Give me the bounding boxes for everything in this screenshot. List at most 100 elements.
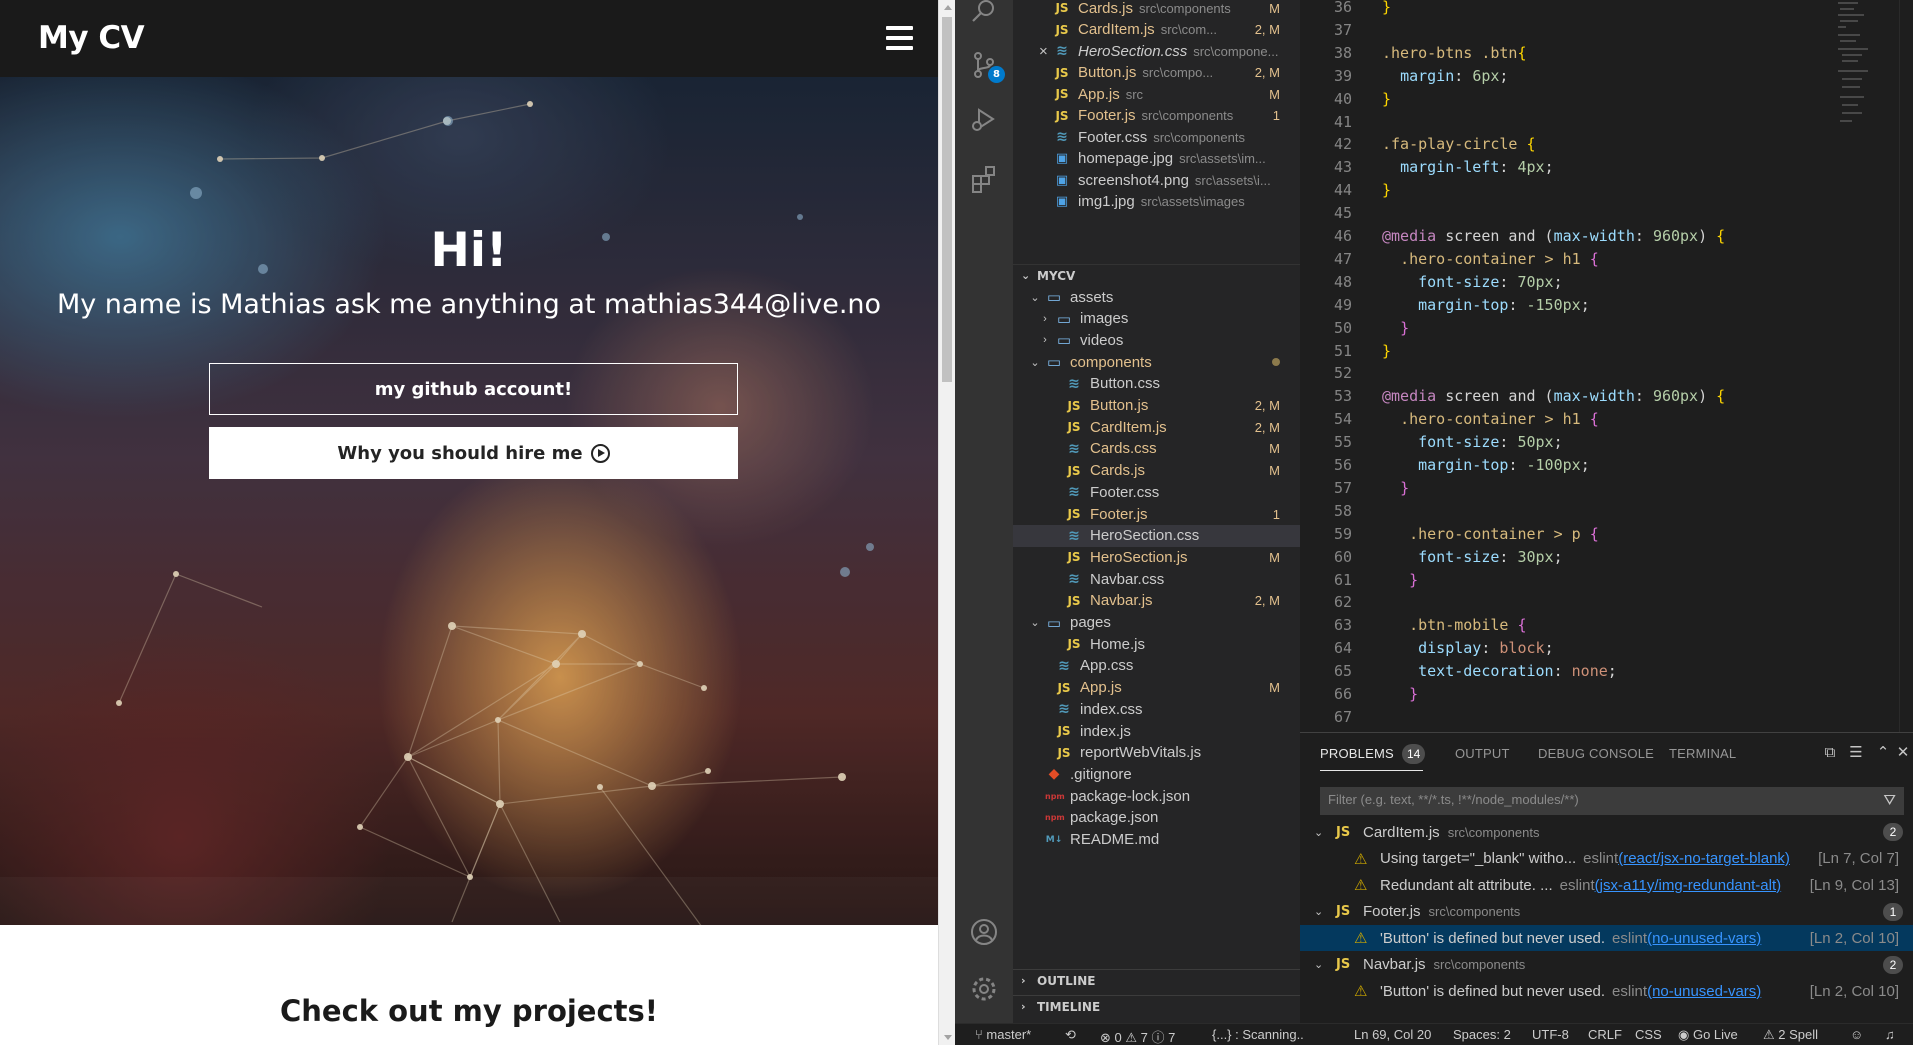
filter-icon[interactable]: ⛛ bbox=[1883, 792, 1896, 809]
maximize-panel-icon[interactable]: ⌃ bbox=[1874, 744, 1892, 762]
code-line[interactable]: 57 } bbox=[1300, 479, 1913, 502]
tree-folder[interactable]: ⌄ ▭ pages bbox=[1013, 612, 1300, 634]
code-line[interactable]: 38 .hero-btns .btn{ bbox=[1300, 44, 1913, 67]
tree-file[interactable]: JS App.js M bbox=[1013, 677, 1300, 699]
code-line[interactable]: 42 .fa-play-circle { bbox=[1300, 135, 1913, 158]
tab-terminal[interactable]: TERMINAL bbox=[1669, 746, 1736, 761]
settings-gear-icon[interactable] bbox=[969, 974, 999, 1004]
tab-output[interactable]: OUTPUT bbox=[1455, 746, 1510, 761]
feedback-icon[interactable]: ☺ bbox=[1850, 1027, 1863, 1042]
tree-file[interactable]: ≋ Button.css bbox=[1013, 373, 1300, 395]
problem-item[interactable]: ⚠ Redundant alt attribute. ... eslint(jsx-… bbox=[1300, 872, 1913, 898]
hire-me-button[interactable]: Why you should hire me bbox=[209, 427, 738, 479]
preview-scrollbar[interactable] bbox=[938, 0, 955, 1045]
problem-file-group[interactable]: ⌄ JS Navbar.js src\components 2 bbox=[1300, 952, 1913, 978]
code-line[interactable]: 63 .btn-mobile { bbox=[1300, 616, 1913, 639]
tree-file[interactable]: M↓ README.md bbox=[1013, 829, 1300, 851]
eslint-rule-link[interactable]: (no-unused-vars) bbox=[1647, 983, 1761, 1000]
open-editor-item[interactable]: ≋ Footer.css src\components bbox=[1013, 126, 1300, 148]
tab-debug-console[interactable]: DEBUG CONSOLE bbox=[1538, 746, 1654, 761]
sync-icon[interactable]: ⟲ bbox=[1065, 1027, 1076, 1043]
hamburger-menu-icon[interactable] bbox=[886, 26, 913, 50]
problem-item[interactable]: ⚠ 'Button' is defined but never used. esli… bbox=[1300, 925, 1913, 951]
outline-section-header[interactable]: › OUTLINE bbox=[1013, 969, 1300, 991]
tree-folder[interactable]: ⌄ ▭ components bbox=[1013, 351, 1300, 373]
problems-filter-input[interactable]: Filter (e.g. text, **/*.ts, !**/node_mod… bbox=[1320, 787, 1904, 815]
tree-file[interactable]: ◆ .gitignore bbox=[1013, 763, 1300, 785]
run-debug-icon[interactable] bbox=[969, 104, 999, 134]
code-line[interactable]: 54 .hero-container > h1 { bbox=[1300, 410, 1913, 433]
open-editor-item[interactable]: ▣ screenshot4.png src\assets\i... bbox=[1013, 169, 1300, 191]
tree-file[interactable]: ≋ HeroSection.css bbox=[1013, 524, 1300, 547]
code-line[interactable]: 46 @media screen and (max-width: 960px) { bbox=[1300, 227, 1913, 250]
code-line[interactable]: 65 text-decoration: none; bbox=[1300, 662, 1913, 685]
code-line[interactable]: 37 bbox=[1300, 21, 1913, 44]
notifications-bell-icon[interactable]: ♫ bbox=[1885, 1027, 1895, 1042]
go-live-button[interactable]: ◉ Go Live bbox=[1678, 1027, 1738, 1043]
branch-indicator[interactable]: ⑂ master* bbox=[975, 1027, 1031, 1042]
problem-item[interactable]: ⚠ 'Button' is defined but never used. esli… bbox=[1300, 978, 1913, 1004]
code-line[interactable]: 56 margin-top: -100px; bbox=[1300, 456, 1913, 479]
tree-file[interactable]: JS CardItem.js 2, M bbox=[1013, 416, 1300, 438]
github-account-button[interactable]: my github account! bbox=[209, 363, 738, 415]
indentation[interactable]: Spaces: 2 bbox=[1453, 1027, 1511, 1042]
scrollbar-thumb[interactable] bbox=[942, 17, 952, 382]
problem-item[interactable]: ⚠ Using target="_blank" witho... eslint(re… bbox=[1300, 846, 1913, 872]
code-line[interactable]: 61 } bbox=[1300, 571, 1913, 594]
problem-file-group[interactable]: ⌄ JS CardItem.js src\components 2 bbox=[1300, 819, 1913, 845]
tree-folder[interactable]: › ▭ videos bbox=[1013, 329, 1300, 351]
problem-file-group[interactable]: ⌄ JS Footer.js src\components 1 bbox=[1300, 899, 1913, 925]
code-line[interactable]: 36} bbox=[1300, 0, 1913, 21]
open-editor-item[interactable]: JS CardItem.js src\com... 2, M bbox=[1013, 19, 1300, 41]
code-line[interactable]: 41 bbox=[1300, 113, 1913, 136]
code-line[interactable]: 53 @media screen and (max-width: 960px) { bbox=[1300, 387, 1913, 410]
tree-folder[interactable]: ⌄ ▭ assets bbox=[1013, 286, 1300, 308]
code-line[interactable]: 51} bbox=[1300, 342, 1913, 365]
tree-file[interactable]: npm package.json bbox=[1013, 807, 1300, 829]
code-line[interactable]: 60 font-size: 30px; bbox=[1300, 548, 1913, 571]
tree-file[interactable]: JS index.js bbox=[1013, 720, 1300, 742]
close-panel-icon[interactable]: ✕ bbox=[1894, 744, 1912, 762]
code-line[interactable]: 44} bbox=[1300, 181, 1913, 204]
language-mode[interactable]: CSS bbox=[1635, 1027, 1662, 1042]
eslint-rule-link[interactable]: (jsx-a11y/img-redundant-alt) bbox=[1595, 877, 1781, 894]
code-line[interactable]: 48 font-size: 70px; bbox=[1300, 273, 1913, 296]
code-editor[interactable]: 36} 37 38 .hero-btns .btn{39 margin: 6px; 40… bbox=[1300, 0, 1913, 732]
code-line[interactable]: 39 margin: 6px; bbox=[1300, 67, 1913, 90]
code-line[interactable]: 64 display: block; bbox=[1300, 639, 1913, 662]
code-line[interactable]: 52 bbox=[1300, 364, 1913, 387]
spell-check-status[interactable]: ⚠ 2 Spell bbox=[1763, 1027, 1818, 1043]
code-line[interactable]: 45 bbox=[1300, 204, 1913, 227]
encoding[interactable]: UTF-8 bbox=[1532, 1027, 1569, 1042]
tree-file[interactable]: JS reportWebVitals.js bbox=[1013, 742, 1300, 764]
tree-file[interactable]: ≋ index.css bbox=[1013, 698, 1300, 720]
code-line[interactable]: 59 .hero-container > p { bbox=[1300, 525, 1913, 548]
scanning-status[interactable]: {...} : Scanning.. bbox=[1212, 1027, 1304, 1042]
code-line[interactable]: 49 margin-top: -150px; bbox=[1300, 296, 1913, 319]
tree-file[interactable]: npm package-lock.json bbox=[1013, 785, 1300, 807]
code-line[interactable]: 47 .hero-container > h1 { bbox=[1300, 250, 1913, 273]
extensions-icon[interactable] bbox=[969, 164, 999, 194]
tree-file[interactable]: JS Button.js 2, M bbox=[1013, 395, 1300, 417]
tree-file[interactable]: JS HeroSection.js M bbox=[1013, 546, 1300, 568]
problems-summary[interactable]: ⊗ 0 ⚠ 7 ⓘ 7 bbox=[1100, 1027, 1175, 1045]
timeline-section-header[interactable]: › TIMELINE bbox=[1013, 995, 1300, 1017]
tree-file[interactable]: ≋ Footer.css bbox=[1013, 481, 1300, 503]
code-line[interactable]: 66 } bbox=[1300, 685, 1913, 708]
code-line[interactable]: 40} bbox=[1300, 90, 1913, 113]
code-line[interactable]: 62 bbox=[1300, 593, 1913, 616]
search-icon[interactable] bbox=[969, 0, 999, 30]
line-endings[interactable]: CRLF bbox=[1588, 1027, 1622, 1042]
open-editor-item[interactable]: JS Cards.js src\components M bbox=[1013, 0, 1300, 19]
minimap[interactable] bbox=[1836, 0, 1906, 130]
code-line[interactable]: 67 bbox=[1300, 708, 1913, 731]
code-line[interactable]: 43 margin-left: 4px; bbox=[1300, 158, 1913, 181]
tree-file[interactable]: ≋ App.css bbox=[1013, 655, 1300, 677]
tree-file[interactable]: ≋ Cards.css M bbox=[1013, 438, 1300, 460]
tree-file[interactable]: JS Cards.js M bbox=[1013, 460, 1300, 482]
code-line[interactable]: 50 } bbox=[1300, 319, 1913, 342]
site-logo[interactable]: My CV bbox=[38, 20, 145, 56]
view-as-list-icon[interactable]: ☰ bbox=[1847, 744, 1865, 762]
eslint-rule-link[interactable]: (no-unused-vars) bbox=[1647, 930, 1761, 947]
open-editor-item[interactable]: JS App.js src M bbox=[1013, 83, 1300, 105]
